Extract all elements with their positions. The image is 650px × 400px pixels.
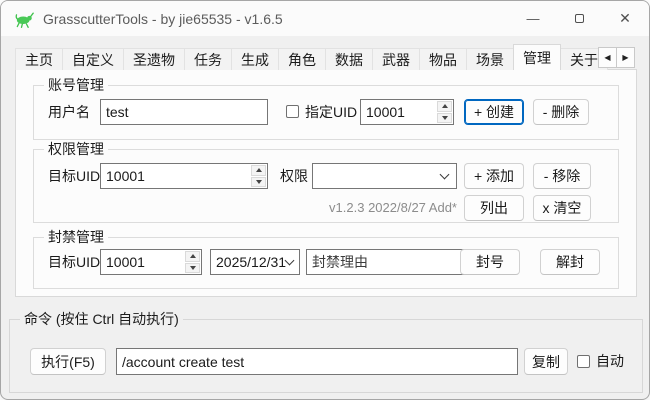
app-window: GrasscutterTools - by jie65535 - v1.6.5 … (0, 0, 650, 400)
spinner-down-button[interactable] (437, 113, 452, 124)
triangle-up-icon (442, 104, 448, 108)
account-uid-value: 10001 (361, 100, 436, 124)
triangle-down-icon (190, 266, 196, 270)
minimize-icon: — (527, 11, 540, 26)
window-title: GrasscutterTools - by jie65535 - v1.6.5 (43, 11, 283, 27)
perm-target-uid-label: 目标UID (48, 163, 100, 189)
title-bar[interactable]: GrasscutterTools - by jie65535 - v1.6.5 … (1, 1, 649, 36)
unban-button[interactable]: 解封 (540, 249, 600, 275)
grasshopper-app-icon (14, 9, 34, 29)
account-group: 账号管理 用户名 指定UID 10001 + 创建 - 删除 (33, 85, 619, 140)
delete-account-button[interactable]: - 删除 (533, 99, 589, 125)
version-hint: v1.2.3 2022/8/27 Add* (134, 195, 457, 221)
minimize-button[interactable]: — (510, 1, 556, 36)
copy-command-button[interactable]: 复制 (524, 348, 568, 375)
spinner-down-button[interactable] (251, 177, 266, 188)
maximize-button[interactable] (556, 1, 602, 36)
tab-scroll-right-button[interactable]: ▶ (616, 47, 635, 68)
triangle-up-icon (190, 254, 196, 258)
arrow-right-icon: ▶ (622, 53, 628, 62)
command-group-title: 命令 (按住 Ctrl 自动执行) (20, 311, 183, 328)
tab-custom[interactable]: 自定义 (62, 48, 124, 70)
ban-target-uid-label: 目标UID (48, 249, 100, 275)
command-group: 命令 (按住 Ctrl 自动执行) 执行(F5) 复制 自动 (9, 319, 643, 393)
triangle-up-icon (256, 168, 262, 172)
tab-scroll-buttons: ◀ ▶ (598, 47, 635, 68)
ban-group: 封禁管理 目标UID 10001 2025/12/31 封号 解封 (33, 237, 619, 289)
tab-bar: 主页 自定义 圣遗物 任务 生成 角色 数据 武器 物品 场景 管理 关于 (15, 44, 607, 70)
remove-permission-button[interactable]: - 移除 (533, 163, 591, 189)
ban-button[interactable]: 封号 (460, 249, 520, 275)
close-button[interactable]: ✕ (602, 1, 648, 36)
auto-run-label: 自动 (596, 348, 624, 375)
tab-home[interactable]: 主页 (15, 48, 63, 70)
username-label: 用户名 (48, 99, 90, 125)
auto-run-checkbox[interactable] (577, 355, 590, 368)
run-command-button[interactable]: 执行(F5) (30, 348, 106, 375)
add-permission-button[interactable]: + 添加 (464, 163, 524, 189)
account-group-title: 账号管理 (44, 77, 108, 94)
tab-management[interactable]: 管理 (513, 44, 561, 70)
username-input[interactable] (100, 99, 268, 125)
tab-avatar[interactable]: 角色 (278, 48, 326, 70)
window-controls: — ✕ (510, 1, 648, 36)
clear-permission-button[interactable]: x 清空 (533, 195, 591, 221)
triangle-down-icon (442, 116, 448, 120)
create-account-button[interactable]: + 创建 (464, 99, 524, 125)
tab-artifact[interactable]: 圣遗物 (123, 48, 185, 70)
spinner-up-button[interactable] (437, 101, 452, 112)
ban-target-uid-spinner[interactable]: 10001 (100, 249, 202, 275)
perm-target-uid-spinner[interactable]: 10001 (100, 163, 268, 189)
tab-data[interactable]: 数据 (325, 48, 373, 70)
ban-group-title: 封禁管理 (44, 229, 108, 246)
permission-label: 权限 (280, 163, 308, 189)
permission-group-title: 权限管理 (44, 141, 108, 158)
perm-target-uid-value: 10001 (101, 164, 250, 188)
chevron-down-icon (285, 256, 295, 266)
ban-date-picker[interactable]: 2025/12/31 (210, 249, 300, 275)
tab-page-management: 账号管理 用户名 指定UID 10001 + 创建 - 删除 权限管理 目标UI… (15, 69, 637, 297)
tab-spawn[interactable]: 生成 (231, 48, 279, 70)
tab-weapon[interactable]: 武器 (372, 48, 420, 70)
specify-uid-label: 指定UID (305, 99, 357, 125)
spinner-up-button[interactable] (251, 165, 266, 176)
tab-quest[interactable]: 任务 (184, 48, 232, 70)
specify-uid-checkbox[interactable] (286, 105, 299, 118)
permission-select[interactable] (312, 163, 457, 189)
list-permission-button[interactable]: 列出 (464, 195, 524, 221)
spinner-up-button[interactable] (185, 251, 200, 262)
spinner-down-button[interactable] (185, 263, 200, 274)
tab-scene[interactable]: 场景 (466, 48, 514, 70)
permission-group: 权限管理 目标UID 10001 权限 + 添加 - 移除 v1.2.3 202… (33, 149, 619, 223)
triangle-down-icon (256, 180, 262, 184)
tab-item[interactable]: 物品 (419, 48, 467, 70)
close-icon: ✕ (619, 10, 631, 27)
arrow-left-icon: ◀ (604, 53, 610, 62)
maximize-icon (575, 14, 584, 23)
ban-target-uid-value: 10001 (101, 250, 184, 274)
command-input[interactable] (116, 348, 518, 375)
account-uid-spinner[interactable]: 10001 (360, 99, 454, 125)
tab-scroll-left-button[interactable]: ◀ (598, 47, 617, 68)
ban-date-value: 2025/12/31 (216, 254, 286, 270)
chevron-down-icon (440, 170, 450, 180)
